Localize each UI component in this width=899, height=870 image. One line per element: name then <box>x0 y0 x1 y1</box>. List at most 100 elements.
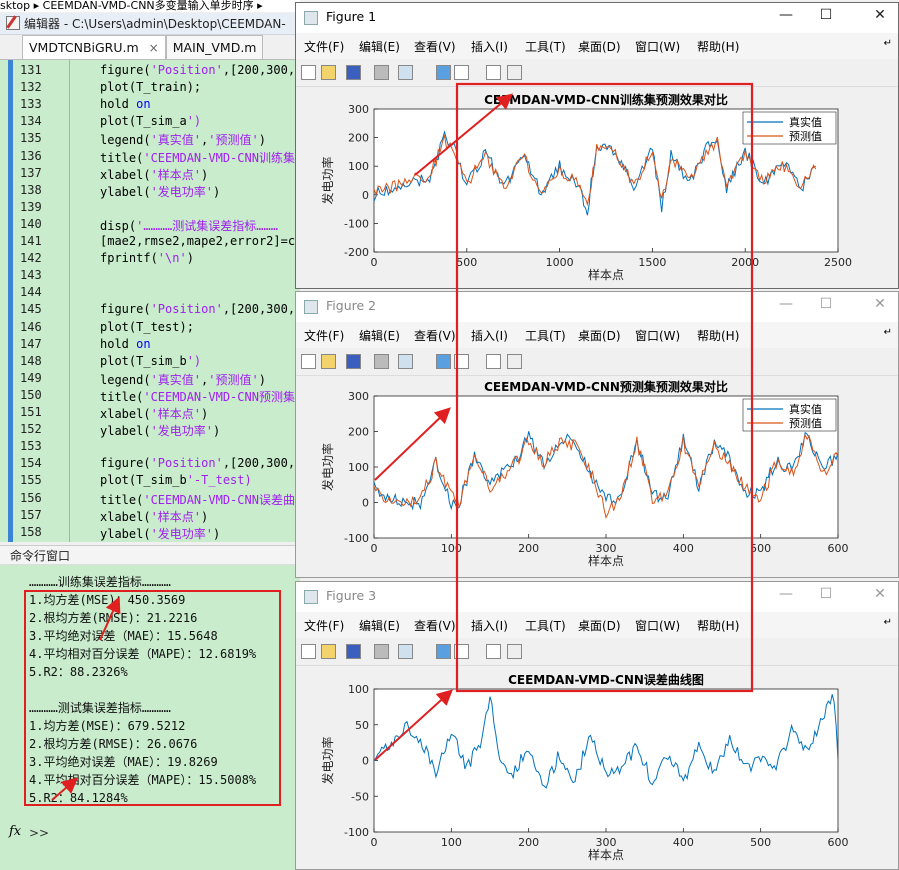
legend-label: 真实值 <box>789 402 822 416</box>
tab-main-vmd[interactable]: MAIN_VMD.m <box>165 35 264 59</box>
tab-vmdtcnbigru[interactable]: VMDTCNBiGRU.m × <box>22 35 166 59</box>
menu-item[interactable]: 工具(T) <box>525 617 566 634</box>
colorbar-icon[interactable] <box>436 65 451 80</box>
print-icon[interactable] <box>374 354 389 369</box>
colorbar-icon[interactable] <box>436 354 451 369</box>
property-editor-icon[interactable] <box>507 644 522 659</box>
breadcrumb[interactable]: sktop ▸ CEEMDAN-VMD-CNN多变量输入单步时序 ▸ <box>0 0 300 12</box>
menu-item[interactable]: 插入(I) <box>471 327 508 344</box>
x-tick-label: 500 <box>456 256 477 269</box>
x-axis-label: 样本点 <box>588 847 624 862</box>
menu-item[interactable]: 桌面(D) <box>578 617 621 634</box>
open-icon[interactable] <box>321 354 336 369</box>
menu-item[interactable]: 帮助(H) <box>697 38 739 55</box>
menu-item[interactable]: 编辑(E) <box>359 327 400 344</box>
menu-item[interactable]: 工具(T) <box>525 38 566 55</box>
close-icon[interactable]: ✕ <box>870 586 890 602</box>
menu-overflow-icon[interactable]: ↵ <box>884 327 892 338</box>
pointer-icon[interactable] <box>486 644 501 659</box>
figure-titlebar[interactable]: Figure 2 — ☐ ✕ <box>296 292 898 322</box>
menu-item[interactable]: 帮助(H) <box>697 617 739 634</box>
code-line: title('CEEMDAN-VMD-CNN预测集 <box>100 389 295 404</box>
menu-item[interactable]: 窗口(W) <box>635 38 680 55</box>
maximize-icon[interactable]: ☐ <box>816 7 836 23</box>
figure-titlebar[interactable]: Figure 3 — ☐ ✕ <box>296 582 898 612</box>
property-editor-icon[interactable] <box>507 65 522 80</box>
plot-area <box>373 688 839 833</box>
save-icon[interactable] <box>346 354 361 369</box>
property-editor-icon[interactable] <box>507 354 522 369</box>
fx-icon[interactable]: fx <box>9 824 21 839</box>
code-line: legend('真实值','预测值') <box>100 133 266 148</box>
menu-item[interactable]: 工具(T) <box>525 327 566 344</box>
figure-2-window[interactable]: Figure 2 — ☐ ✕ 文件(F) 编辑(E) 查看(V) 插入(I) 工具(T) 桌面(D… <box>295 291 899 578</box>
menu-item[interactable]: 文件(F) <box>304 617 344 634</box>
menu-item[interactable]: 文件(F) <box>304 327 344 344</box>
menu-item[interactable]: 窗口(W) <box>635 617 680 634</box>
menu-item[interactable]: 编辑(E) <box>359 617 400 634</box>
pointer-icon[interactable] <box>486 65 501 80</box>
legend-icon[interactable] <box>454 65 469 80</box>
figure-title: Figure 2 <box>326 298 377 313</box>
x-tick-label: 100 <box>441 542 462 555</box>
menu-item[interactable]: 编辑(E) <box>359 38 400 55</box>
close-icon[interactable]: ✕ <box>870 7 890 23</box>
save-icon[interactable] <box>346 644 361 659</box>
menu-item[interactable]: 查看(V) <box>414 617 456 634</box>
matlab-figure-icon <box>304 590 318 604</box>
code-editor[interactable]: 131 132 133 134 135 136 137 138 139 140 141 142 143 1… <box>0 60 300 542</box>
code-line: figure('Position',[200,300, <box>100 63 296 77</box>
code-line: title('CEEMDAN-VMD-CNN训练集 <box>100 150 295 165</box>
line-number: 138 <box>20 182 42 197</box>
code-line: legend('真实值','预测值') <box>100 372 266 387</box>
legend-icon[interactable] <box>454 354 469 369</box>
menu-overflow-icon[interactable]: ↵ <box>884 617 892 628</box>
code-line: ylabel('发电功率') <box>100 424 221 439</box>
menu-item[interactable]: 窗口(W) <box>635 327 680 344</box>
command-output-line: …………训练集误差指标………… <box>29 575 171 589</box>
command-prompt[interactable]: >> <box>29 826 49 840</box>
line-number: 140 <box>20 216 42 231</box>
print-icon[interactable] <box>374 644 389 659</box>
minimize-icon[interactable]: — <box>776 296 796 312</box>
y-tick-label: 300 <box>348 103 369 116</box>
menu-item[interactable]: 文件(F) <box>304 38 344 55</box>
print-icon[interactable] <box>374 65 389 80</box>
code-line: ylabel('发电功率') <box>100 526 221 541</box>
menu-item[interactable]: 插入(I) <box>471 617 508 634</box>
x-tick-label: 1500 <box>638 256 666 269</box>
legend-icon[interactable] <box>454 644 469 659</box>
figure-1-window[interactable]: Figure 1 — ☐ ✕ 文件(F) 编辑(E) 查看(V) 插入(I) 工具(T) 桌面(D… <box>295 2 899 289</box>
figure-3-window[interactable]: Figure 3 — ☐ ✕ 文件(F) 编辑(E) 查看(V) 插入(I) 工具(T) 桌面(D… <box>295 581 899 870</box>
link-icon[interactable] <box>398 65 413 80</box>
menu-item[interactable]: 查看(V) <box>414 38 456 55</box>
close-icon[interactable]: ✕ <box>870 296 890 312</box>
menu-item[interactable]: 桌面(D) <box>578 38 621 55</box>
new-icon[interactable] <box>301 644 316 659</box>
menu-item[interactable]: 查看(V) <box>414 327 456 344</box>
save-icon[interactable] <box>346 65 361 80</box>
menu-item[interactable]: 插入(I) <box>471 38 508 55</box>
maximize-icon[interactable]: ☐ <box>816 296 836 312</box>
line-number: 142 <box>20 251 42 266</box>
maximize-icon[interactable]: ☐ <box>816 586 836 602</box>
y-tick-label: -100 <box>344 532 369 545</box>
close-icon[interactable]: × <box>149 41 159 55</box>
colorbar-icon[interactable] <box>436 644 451 659</box>
menu-item[interactable]: 帮助(H) <box>697 327 739 344</box>
menu-item[interactable]: 桌面(D) <box>578 327 621 344</box>
pointer-icon[interactable] <box>486 354 501 369</box>
new-icon[interactable] <box>301 354 316 369</box>
x-tick-label: 2000 <box>731 256 759 269</box>
figure-titlebar[interactable]: Figure 1 — ☐ ✕ <box>296 3 898 33</box>
minimize-icon[interactable]: — <box>776 586 796 602</box>
link-icon[interactable] <box>398 644 413 659</box>
minimize-icon[interactable]: — <box>776 7 796 23</box>
line-number: 149 <box>20 370 42 385</box>
open-icon[interactable] <box>321 65 336 80</box>
open-icon[interactable] <box>321 644 336 659</box>
menu-overflow-icon[interactable]: ↵ <box>884 38 892 49</box>
y-tick-label: 300 <box>348 390 369 403</box>
link-icon[interactable] <box>398 354 413 369</box>
new-icon[interactable] <box>301 65 316 80</box>
